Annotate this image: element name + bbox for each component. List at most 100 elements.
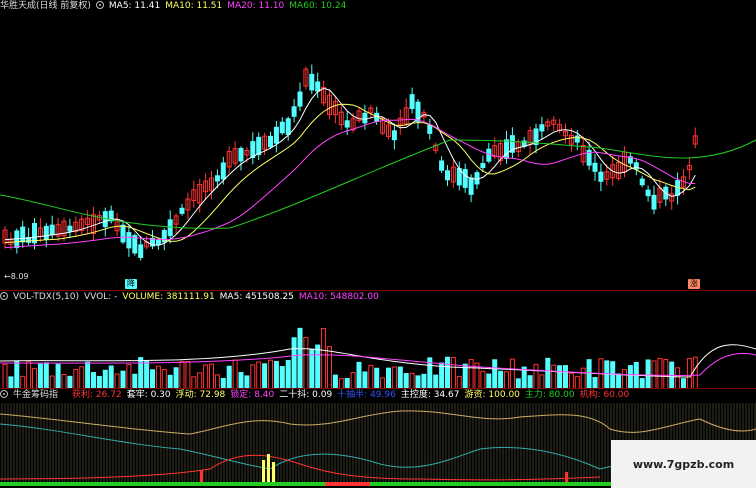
candle	[179, 207, 185, 214]
ten-half-value: 十抽半: 49.96	[337, 390, 396, 400]
volume-bar	[161, 369, 167, 389]
volume-value: VOLUME: 381111.91	[122, 292, 215, 302]
main-force-value: 主力: 80.00	[524, 390, 575, 400]
volume-bar	[622, 369, 627, 389]
stock-title: 华胜天成(日线 前复权)	[0, 1, 91, 11]
candle	[20, 226, 26, 243]
volume-bar	[675, 367, 681, 389]
volume-bar	[37, 363, 43, 389]
volume-bar	[315, 344, 321, 389]
volume-bar	[167, 374, 173, 389]
volume-bar	[285, 360, 291, 389]
volume-bar	[279, 366, 285, 389]
volume-bar	[409, 372, 415, 389]
vol-ma10-value: MA10: 548802.00	[298, 292, 379, 302]
candle	[480, 163, 486, 169]
volume-bar	[397, 366, 403, 389]
candle	[439, 160, 445, 171]
volume-bar	[303, 336, 309, 389]
volume-bar	[73, 369, 79, 389]
candle	[285, 118, 291, 135]
candle	[67, 225, 73, 232]
volume-bar	[486, 373, 492, 389]
candle	[220, 162, 226, 180]
volume-bar	[368, 364, 374, 389]
volume-bar	[179, 360, 185, 389]
candle	[445, 170, 450, 181]
price-chart-header: 华胜天成(日线 前复权) MA5: 11.41 MA10: 11.51 MA20: 1…	[0, 0, 351, 13]
volume-bar	[173, 367, 179, 389]
signal-bar	[272, 462, 275, 482]
volume-bar	[85, 361, 91, 389]
volume-bar	[108, 365, 114, 389]
volume-bar	[209, 363, 214, 389]
volume-bar	[504, 371, 509, 389]
candle	[138, 244, 144, 258]
floating-value: 浮动: 72.98	[175, 390, 226, 400]
candle	[592, 162, 598, 172]
candle	[297, 91, 303, 107]
volume-bar	[527, 375, 533, 389]
volume-bar	[468, 359, 474, 389]
gear-icon[interactable]	[0, 390, 8, 398]
up-badge: 涨	[688, 279, 700, 289]
candle	[468, 177, 474, 195]
ma-line	[4, 103, 696, 244]
candle	[504, 139, 509, 159]
price-chart-panel[interactable]: 华胜天成(日线 前复权) MA5: 11.41 MA10: 11.51 MA20: 1…	[0, 0, 756, 290]
candle	[598, 171, 604, 182]
volume-bar	[450, 356, 456, 389]
candle	[462, 169, 468, 188]
volume-panel[interactable]: VOL-TDX(5,10) VVOL: - VOLUME: 381111.91 MA5…	[0, 290, 756, 389]
candle	[167, 219, 173, 237]
volume-bar	[291, 337, 297, 389]
gear-icon[interactable]	[0, 292, 8, 300]
profit-value: 获利: 26.72	[72, 390, 122, 400]
volume-bar	[155, 365, 161, 389]
volume-bar	[321, 328, 327, 389]
volume-bar	[114, 373, 120, 389]
volume-bar	[238, 372, 244, 389]
volume-bar	[327, 346, 332, 389]
volume-bar	[55, 363, 61, 389]
signal-bar	[565, 472, 568, 482]
volume-bar	[350, 372, 356, 389]
signal-bar	[267, 454, 270, 482]
candle	[645, 189, 651, 197]
watermark: www.7gpzb.com	[611, 440, 756, 488]
volume-bar	[386, 367, 391, 389]
volume-bar	[445, 356, 450, 389]
ma5-value: MA5: 11.41	[108, 1, 161, 11]
volume-bar	[586, 359, 592, 389]
base-bar-red	[325, 482, 370, 486]
volume-bar	[563, 365, 568, 389]
volume-bar	[480, 370, 486, 389]
volume-bars[interactable]	[0, 291, 756, 389]
volume-bar	[126, 364, 132, 389]
volume-bar	[297, 327, 303, 389]
candle	[256, 136, 262, 156]
volume-bar	[332, 374, 338, 389]
volume-bar	[150, 369, 155, 389]
candle	[344, 120, 350, 128]
volume-bar	[61, 374, 67, 389]
volume-bar	[545, 357, 551, 389]
volume-bar	[403, 373, 409, 389]
volume-bar	[214, 374, 220, 389]
candle	[273, 126, 279, 144]
candle	[651, 194, 657, 210]
volume-title: VOL-TDX(5,10)	[13, 292, 80, 302]
volume-bar	[533, 364, 539, 389]
volume-bar	[663, 358, 669, 389]
volume-bar	[250, 364, 256, 389]
volume-bar	[362, 371, 368, 389]
gear-icon[interactable]	[95, 1, 104, 9]
candlestick-chart[interactable]	[0, 0, 756, 290]
volume-bar	[580, 367, 586, 389]
volume-header: VOL-TDX(5,10) VVOL: - VOLUME: 381111.91 MA5…	[0, 291, 384, 304]
volume-bar	[356, 361, 362, 389]
candle	[639, 178, 645, 186]
volume-bar	[138, 357, 144, 389]
indicator-panel[interactable]: 牛金筹码指 获利: 26.72 套牢: 0.30 浮动: 72.98 锁定: 8.40 二…	[0, 388, 756, 488]
volume-bar	[144, 360, 150, 389]
